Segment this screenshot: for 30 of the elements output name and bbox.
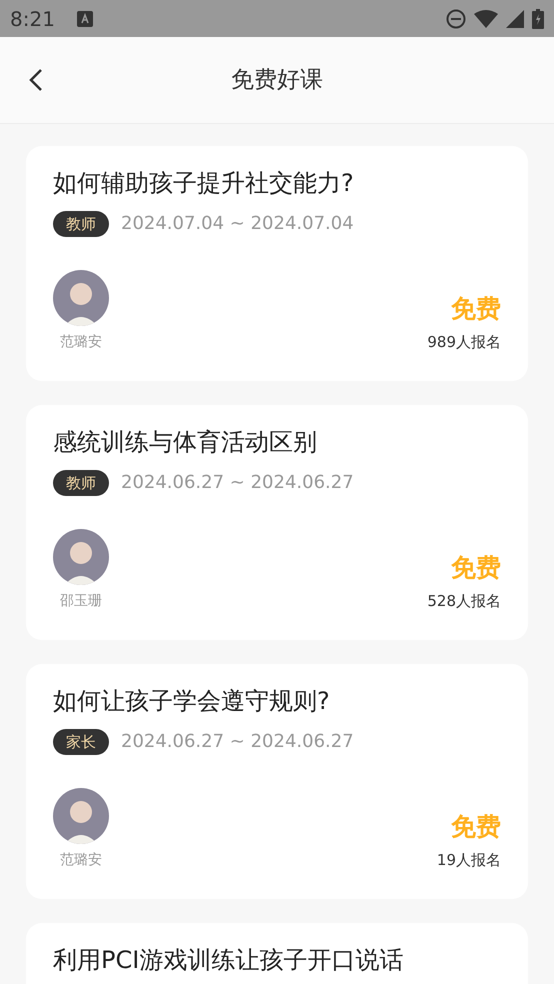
role-tag: 家长 [53, 728, 109, 754]
enrollment-count: 19人报名 [436, 850, 501, 870]
course-title: 利用PCI游戏训练让孩子开口说话 [53, 945, 404, 975]
page-title: 免费好课 [231, 66, 323, 95]
course-dates: 2024.06.27 ~ 2024.06.27 [121, 730, 354, 754]
teacher-name: 范璐安 [60, 851, 102, 870]
course-card[interactable]: 如何让孩子学会遵守规则? 家长 2024.06.27 ~ 2024.06.27 范璐安 免费 19人报名 [26, 664, 528, 899]
status-time: 8:21 [10, 6, 55, 32]
course-title: 感统训练与体育活动区别 [53, 427, 318, 457]
do-not-disturb-icon [446, 8, 466, 28]
price-label: 免费 [451, 552, 501, 584]
role-tag: 教师 [53, 470, 109, 496]
enrollment-count: 528人报名 [427, 590, 501, 612]
enrollment-count: 989人报名 [427, 332, 501, 352]
course-card[interactable]: 感统训练与体育活动区别 教师 2024.06.27 ~ 2024.06.27 邵玉珊 免费 528人报名 [26, 405, 528, 640]
teacher-name: 邵玉珊 [60, 592, 102, 611]
price-label: 免费 [451, 292, 501, 324]
signal-icon [506, 10, 524, 28]
course-title: 如何辅助孩子提升社交能力? [53, 168, 355, 198]
course-card[interactable]: 利用PCI游戏训练让孩子开口说话 [26, 923, 528, 984]
price-label: 免费 [451, 810, 501, 842]
role-tag: 教师 [53, 210, 109, 236]
course-dates: 2024.06.27 ~ 2024.06.27 [121, 471, 354, 495]
battery-icon [532, 8, 544, 28]
keyboard-icon [76, 10, 93, 26]
course-dates: 2024.07.04 ~ 2024.07.04 [121, 212, 354, 236]
teacher-name: 范璐安 [60, 333, 102, 352]
course-title: 如何让孩子学会遵守规则? [53, 686, 331, 716]
course-card[interactable]: 如何辅助孩子提升社交能力? 教师 2024.07.04 ~ 2024.07.04 范璐安 免费 989人报名 [26, 146, 528, 381]
wifi-icon [474, 10, 498, 28]
